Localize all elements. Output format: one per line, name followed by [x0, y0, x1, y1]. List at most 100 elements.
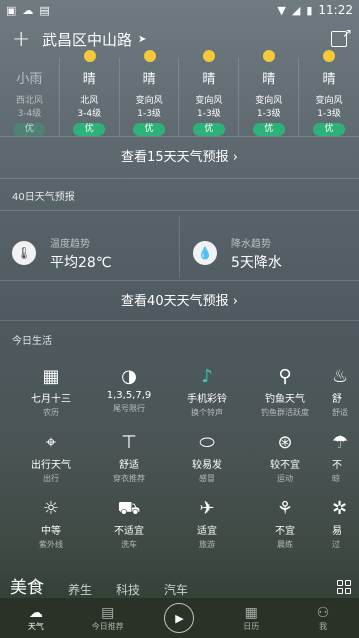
sun-icon — [323, 50, 336, 62]
rain-drop-icon: 💧 — [193, 241, 217, 265]
temperature-trend[interactable]: 🌡 温度趋势 平均28℃ — [12, 230, 178, 276]
sun-icon — [83, 50, 96, 62]
weather-cloud-icon: ☁ — [28, 604, 43, 621]
forecast-weather: 晴 — [322, 72, 336, 87]
nav-play[interactable]: ▶ — [144, 603, 216, 633]
life-label: 舒适 — [332, 408, 348, 417]
life-item-plate[interactable]: ◑ 1,3,5,7,9 尾号限行 — [90, 366, 168, 432]
life-item-tourism[interactable]: ✈ 适宜 旅游 — [168, 498, 246, 564]
forecast-wind: 变向风 — [255, 96, 283, 106]
music-note-icon: ♪ — [201, 366, 213, 387]
life-value: 易 — [332, 526, 342, 537]
life-item-uv[interactable]: ☼ 中等 紫外线 — [12, 498, 90, 564]
life-item-fishing[interactable]: ⚲ 钓鱼天气 钓鱼群活跃度 — [246, 366, 324, 432]
divider — [0, 178, 359, 179]
forecast-day[interactable]: 晴 变向风 1-3级 优 — [120, 50, 180, 136]
forecast-weather: 晴 — [142, 72, 156, 87]
nav-recommend-label: 今日推荐 — [91, 621, 124, 631]
forecast-day[interactable]: 晴 变向风 1-3级 优 — [239, 50, 300, 136]
life-value: 较不宜 — [270, 460, 300, 471]
chevron-right-icon: › — [232, 294, 238, 309]
life-item-sport[interactable]: ⊛ 较不宜 运动 — [246, 432, 324, 498]
divider — [0, 280, 359, 281]
tab-tech[interactable]: 科技 — [116, 581, 140, 598]
car-icon: ⛟ — [117, 498, 141, 519]
life-item-lunar[interactable]: ▦ 七月十三 农历 — [12, 366, 90, 432]
wifi-icon: ▼ — [277, 3, 286, 17]
life-item-cold[interactable]: ⬭ 较易发 感冒 — [168, 432, 246, 498]
cloud-icon: ☁ — [22, 3, 34, 17]
life-value: 不适宜 — [114, 526, 144, 537]
comfort-icon: ♨ — [332, 366, 349, 387]
life-value: 手机彩铃 — [187, 394, 227, 405]
life-label: 尾号限行 — [113, 404, 145, 413]
forecast-wind-level: 1-3级 — [137, 109, 161, 119]
nav-weather[interactable]: ☁ 天气 — [0, 605, 72, 632]
aqi-badge: 优 — [192, 123, 225, 136]
nav-me[interactable]: ⚇ 我 — [287, 605, 359, 632]
category-tabs: 美食 养生 科技 汽车 — [0, 576, 359, 598]
life-item-carwash[interactable]: ⛟ 不适宜 洗车 — [90, 498, 168, 564]
life-item-allergy[interactable]: ✲ 易 过 — [324, 498, 359, 564]
forecast-day[interactable]: 小雨 西北风 3-4级 优 — [0, 58, 60, 136]
life-value: 七月十三 — [31, 394, 71, 405]
add-city-icon[interactable]: + — [12, 27, 32, 52]
thermometer-icon: 🌡 — [12, 241, 36, 265]
share-icon[interactable] — [331, 26, 352, 47]
tab-health[interactable]: 养生 — [68, 581, 92, 598]
forecast-weather: 小雨 — [16, 72, 43, 87]
rain-trend[interactable]: 💧 降水趋势 5天降水 — [193, 230, 359, 276]
forecast-day[interactable]: 晴 北风 3-4级 优 — [60, 50, 120, 136]
calendar-nav-icon: ▦ — [244, 604, 258, 621]
life-value: 不宜 — [275, 526, 295, 537]
life-value: 出行天气 — [31, 460, 71, 471]
forecast-40-link[interactable]: 查看40天天气预报 › — [0, 290, 359, 309]
life-item-morning-exercise[interactable]: ⚘ 不宜 晨练 — [246, 498, 324, 564]
temperature-trend-label: 温度趋势 — [50, 238, 90, 250]
nav-recommend[interactable]: ▤ 今日推荐 — [72, 605, 144, 632]
gear-icon: ✲ — [332, 498, 348, 519]
life-value: 中等 — [41, 526, 61, 537]
life-value: 不 — [332, 460, 342, 471]
life-item-clothing[interactable]: ⊤ 舒适 穿衣推荐 — [90, 432, 168, 498]
life-row: ▦ 七月十三 农历 ◑ 1,3,5,7,9 尾号限行 ♪ 手机彩铃 换个铃声 ⚲… — [12, 366, 359, 432]
life-label: 感冒 — [199, 474, 215, 483]
sun-icon — [263, 50, 276, 62]
document-icon: ▤ — [101, 604, 115, 621]
forecast-day[interactable]: 晴 变向风 1-3级 优 — [299, 50, 359, 136]
forecast-weather: 晴 — [262, 72, 276, 87]
forecast-day[interactable]: 晴 变向风 1-3级 优 — [179, 50, 240, 136]
life-item-comfort[interactable]: ♨ 舒 舒适 — [324, 366, 359, 432]
life-item-travel[interactable]: ⌖ 出行天气 出行 — [12, 432, 90, 498]
bottom-nav: ☁ 天气 ▤ 今日推荐 ▶ ▦ 日历 ⚇ 我 — [0, 598, 359, 638]
status-bar: ▣ ☁ ▤ ▼ ◢ ▮ 11:22 — [0, 0, 359, 20]
runner-icon: ⚘ — [276, 498, 294, 519]
aqi-badge: 优 — [252, 123, 285, 136]
aqi-badge: 优 — [313, 123, 346, 136]
half-circle-icon: ◑ — [121, 366, 137, 387]
picture-icon: ▣ — [6, 3, 17, 17]
life-label: 出行 — [43, 474, 59, 483]
tab-food[interactable]: 美食 — [10, 573, 44, 598]
forecast-wind: 变向风 — [135, 96, 163, 106]
life-item-ringtone[interactable]: ♪ 手机彩铃 换个铃声 — [168, 366, 246, 432]
rain-trend-value: 5天降水 — [231, 254, 282, 271]
header: + 武昌区中山路 ➤ — [0, 24, 359, 54]
location-arrow-icon: ➤ — [138, 33, 147, 45]
plane-icon: ✈ — [199, 498, 215, 519]
temperature-trend-value: 平均28℃ — [50, 254, 112, 271]
nav-calendar-label: 日历 — [243, 621, 260, 631]
life-item-drying[interactable]: ☂ 不 晾 — [324, 432, 359, 498]
signal-icon: ◢ — [291, 3, 301, 17]
grid-menu-icon[interactable] — [337, 580, 351, 594]
nav-calendar[interactable]: ▦ 日历 — [215, 605, 287, 632]
life-label: 农历 — [43, 408, 59, 417]
city-name[interactable]: 武昌区中山路 — [42, 29, 132, 50]
forecast-40-label: 查看40天天气预报 — [121, 294, 229, 309]
tab-car[interactable]: 汽车 — [164, 581, 188, 598]
location-pin-icon: ⌖ — [45, 432, 57, 453]
battery-icon: ▮ — [306, 3, 313, 17]
life-row: ⌖ 出行天气 出行 ⊤ 舒适 穿衣推荐 ⬭ 较易发 感冒 ⊛ 较不宜 运动 ☂ … — [12, 432, 359, 498]
forecast-15-link[interactable]: 查看15天天气预报 › — [0, 146, 359, 165]
life-value: 1,3,5,7,9 — [106, 390, 152, 401]
